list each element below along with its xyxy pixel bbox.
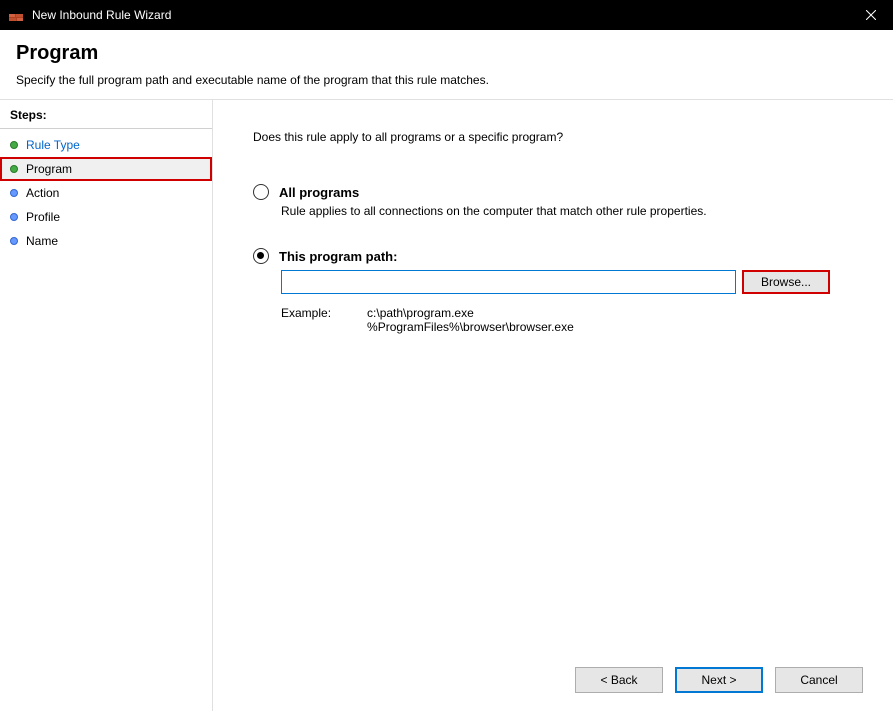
step-bullet-icon — [10, 141, 18, 149]
program-path-input[interactable] — [281, 270, 736, 294]
wizard-button-row: < Back Next > Cancel — [575, 667, 863, 693]
content-question: Does this rule apply to all programs or … — [253, 130, 853, 144]
step-label: Action — [26, 186, 59, 200]
browse-button[interactable]: Browse... — [742, 270, 830, 294]
close-button[interactable] — [848, 0, 893, 30]
firewall-icon — [8, 7, 24, 23]
step-label: Program — [26, 162, 72, 176]
step-program: Program — [0, 157, 212, 181]
radio-all-programs[interactable] — [253, 184, 269, 200]
step-bullet-icon — [10, 165, 18, 173]
step-label: Rule Type — [26, 138, 80, 152]
back-button[interactable]: < Back — [575, 667, 663, 693]
window-title: New Inbound Rule Wizard — [32, 8, 171, 22]
steps-heading: Steps: — [0, 106, 212, 129]
radio-all-programs-label[interactable]: All programs — [279, 185, 359, 200]
radio-program-path-label[interactable]: This program path: — [279, 249, 397, 264]
page-title: Program — [16, 42, 877, 65]
step-action: Action — [0, 181, 212, 205]
wizard-header: Program Specify the full program path an… — [0, 30, 893, 100]
steps-sidebar: Steps: Rule Type Program Action Profile … — [0, 100, 213, 711]
radio-all-programs-desc: Rule applies to all connections on the c… — [281, 204, 853, 218]
step-rule-type[interactable]: Rule Type — [0, 133, 212, 157]
step-bullet-icon — [10, 189, 18, 197]
cancel-button[interactable]: Cancel — [775, 667, 863, 693]
example-label: Example: — [281, 306, 331, 334]
step-bullet-icon — [10, 213, 18, 221]
step-profile: Profile — [0, 205, 212, 229]
step-name: Name — [0, 229, 212, 253]
option-all-programs: All programs Rule applies to all connect… — [253, 184, 853, 218]
option-program-path: This program path: Browse... Example: c:… — [253, 248, 853, 334]
example-paths: c:\path\program.exe %ProgramFiles%\brows… — [367, 306, 574, 334]
step-label: Profile — [26, 210, 60, 224]
page-subtitle: Specify the full program path and execut… — [16, 73, 877, 87]
wizard-content: Does this rule apply to all programs or … — [213, 100, 893, 711]
step-label: Name — [26, 234, 58, 248]
titlebar: New Inbound Rule Wizard — [0, 0, 893, 30]
radio-program-path[interactable] — [253, 248, 269, 264]
next-button[interactable]: Next > — [675, 667, 763, 693]
step-bullet-icon — [10, 237, 18, 245]
